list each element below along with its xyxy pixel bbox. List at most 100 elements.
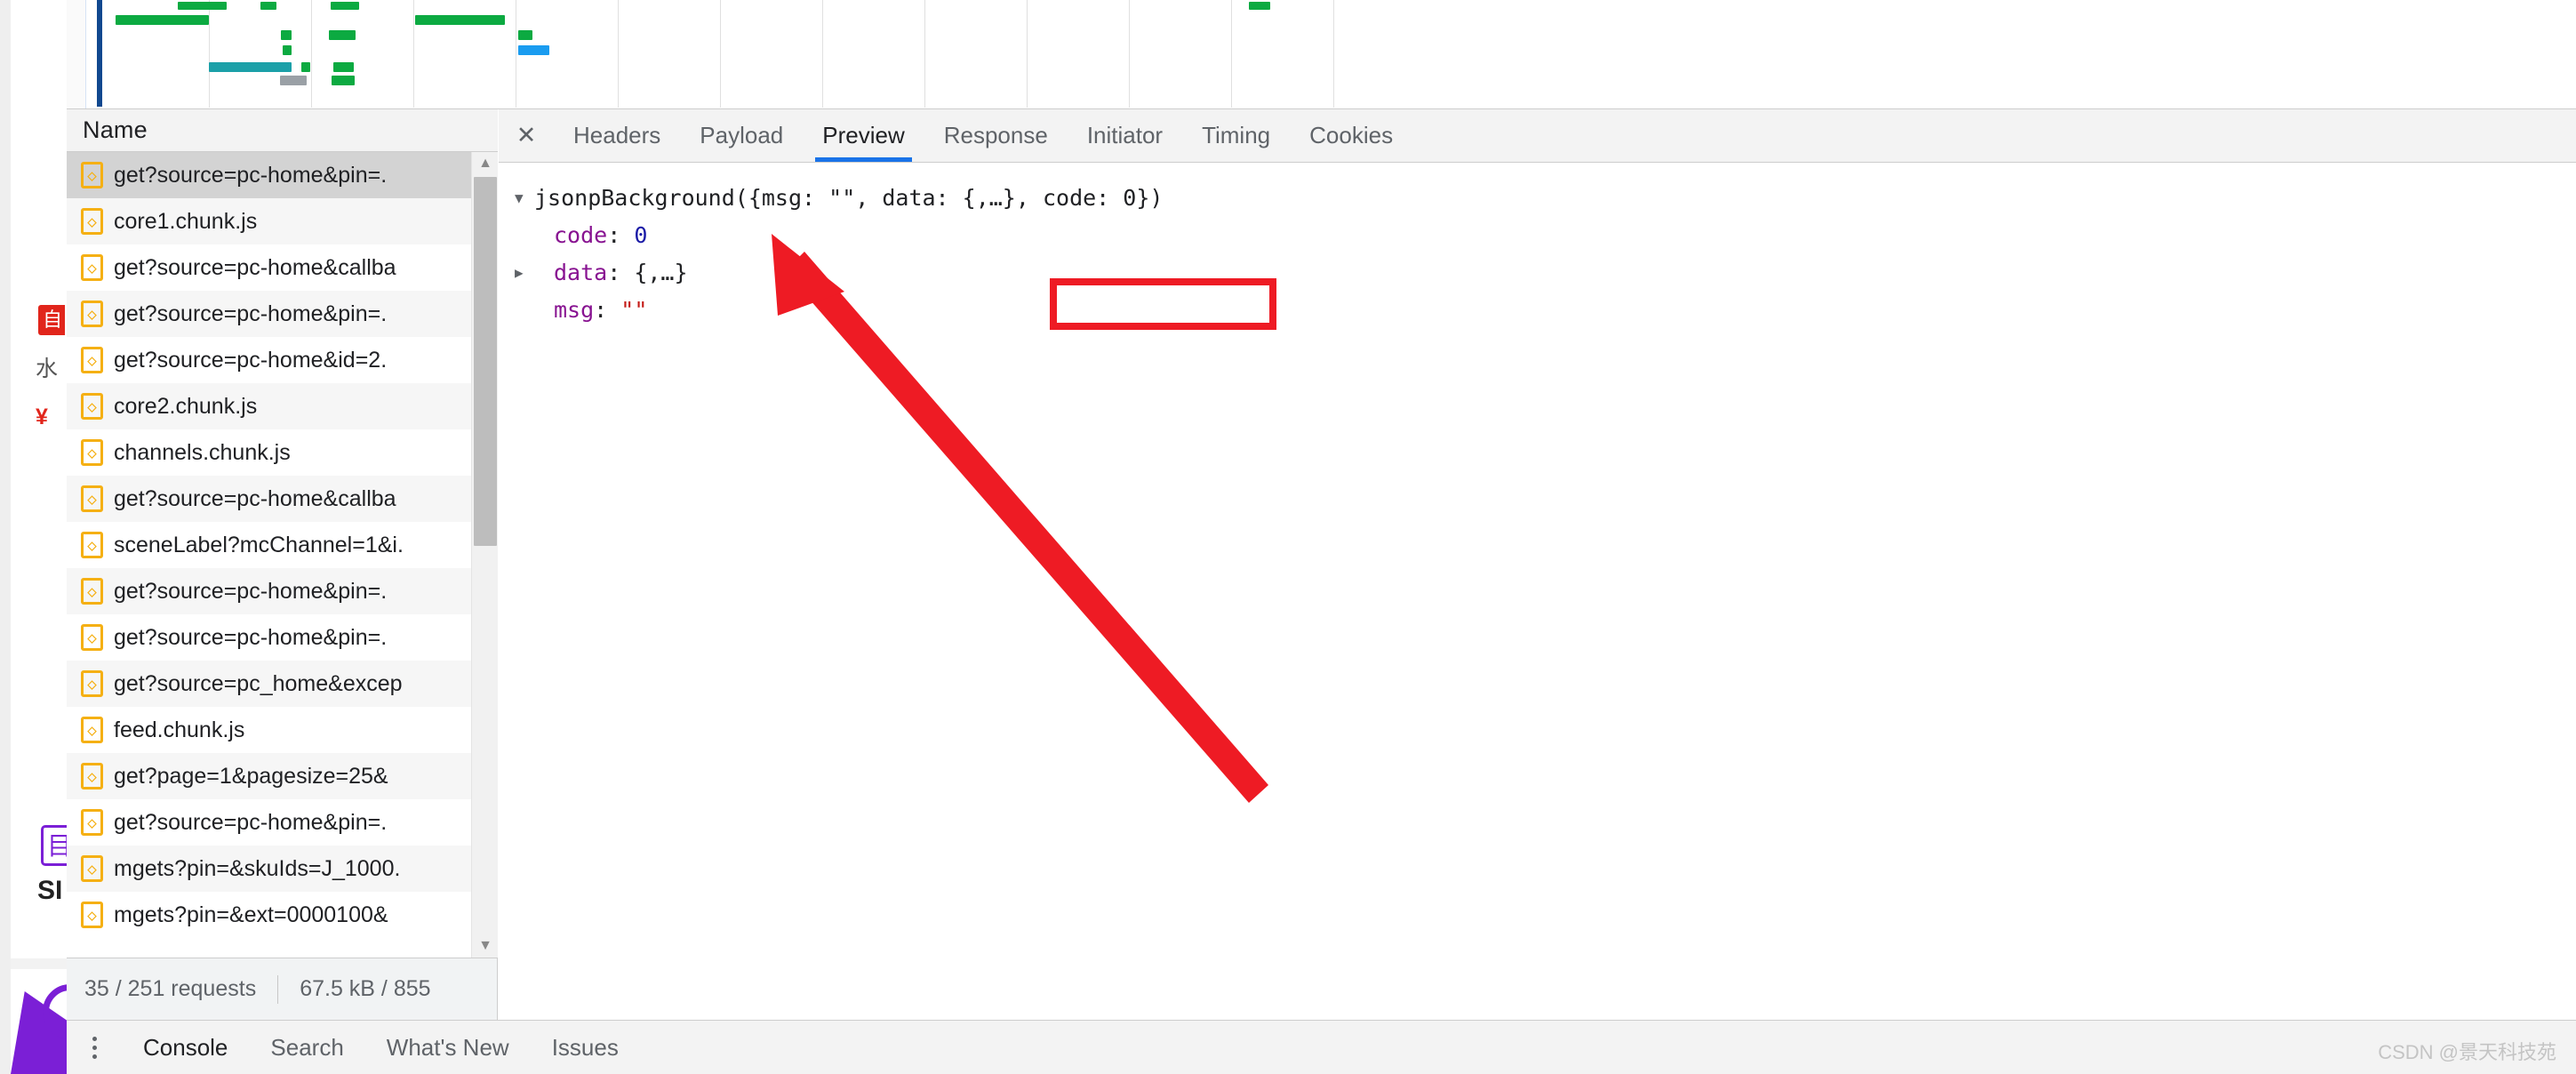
- request-detail-tabbar[interactable]: ✕ Headers Payload Preview Response Initiator…: [499, 109, 2576, 163]
- json-value: 0: [634, 222, 648, 248]
- json-value: "": [620, 297, 648, 323]
- requests-count-text: 35 / 251 requests: [84, 976, 257, 1001]
- json-separator: :: [607, 260, 635, 285]
- kebab-dot: [92, 1036, 97, 1041]
- csdn-watermark: CSDN @景天科技苑: [2378, 1041, 2556, 1063]
- background-page-gutter: [0, 0, 11, 1074]
- requests-list-header[interactable]: Name: [67, 109, 498, 152]
- overview-gridline: [618, 0, 619, 108]
- overview-gridline: [924, 0, 925, 108]
- request-row[interactable]: ◇ get?source=pc-home&callba: [67, 476, 498, 522]
- background-product-text: 水: [36, 357, 59, 378]
- jsonp-callback-name: jsonpBackground: [534, 185, 735, 211]
- request-row[interactable]: ◇ channels.chunk.js: [67, 429, 498, 476]
- overview-request-bar: [518, 30, 532, 40]
- drawer-tabs: Console Search What's New Issues: [122, 1021, 640, 1074]
- code-file-icon: ◇: [81, 208, 103, 235]
- background-red-badge: 自: [38, 305, 65, 335]
- request-row-name: get?source=pc-home&id=2.: [114, 347, 388, 373]
- json-separator: :: [594, 297, 621, 323]
- request-row[interactable]: ◇ get?source=pc_home&excep: [67, 661, 498, 707]
- requests-list[interactable]: ◇ get?source=pc-home&pin=. ◇ core1.chunk.js…: [67, 152, 498, 958]
- request-row-name: get?source=pc-home&pin=.: [114, 162, 388, 188]
- tab-cookies[interactable]: Cookies: [1290, 109, 1412, 162]
- json-entries-container: code: 0 ▶ data: {,…} msg: "": [515, 217, 2576, 329]
- drawer-tab-issues[interactable]: Issues: [531, 1021, 640, 1074]
- json-root-summary: ({msg: "", data: {,…}, code: 0}): [734, 185, 1164, 211]
- tab-response[interactable]: Response: [924, 109, 1068, 162]
- code-file-icon: ◇: [81, 670, 103, 697]
- json-property-row[interactable]: code: 0: [515, 217, 2576, 254]
- scroll-up-arrow-icon[interactable]: ▲: [472, 152, 499, 175]
- request-row[interactable]: ◇ get?source=pc-home&pin=.: [67, 568, 498, 614]
- scroll-down-arrow-icon[interactable]: ▼: [472, 934, 499, 958]
- tab-headers[interactable]: Headers: [554, 109, 680, 162]
- request-row[interactable]: ◇ core2.chunk.js: [67, 383, 498, 429]
- request-row-name: feed.chunk.js: [114, 717, 245, 742]
- code-file-icon: ◇: [81, 763, 103, 789]
- drawer-tab-console[interactable]: Console: [122, 1021, 249, 1074]
- code-file-icon: ◇: [81, 162, 103, 188]
- request-row[interactable]: ◇ mgets?pin=&skuIds=J_1000.: [67, 846, 498, 892]
- drawer-tab-search[interactable]: Search: [249, 1021, 364, 1074]
- request-row[interactable]: ◇ get?source=pc-home&pin=.: [67, 152, 498, 198]
- request-row-name: get?source=pc_home&excep: [114, 670, 403, 696]
- request-row[interactable]: ◇ core1.chunk.js: [67, 198, 498, 244]
- request-row[interactable]: ◇ get?page=1&pagesize=25&: [67, 753, 498, 799]
- close-icon[interactable]: ✕: [499, 109, 554, 162]
- code-file-icon: ◇: [81, 301, 103, 327]
- overview-gridline: [413, 0, 414, 108]
- expand-toggle-icon[interactable]: ▶: [515, 254, 534, 292]
- overview-gridline: [311, 0, 312, 108]
- overview-request-bar: [178, 2, 227, 10]
- json-property-row[interactable]: msg: "": [515, 292, 2576, 329]
- json-key: msg: [554, 297, 595, 323]
- code-file-icon: ◇: [81, 439, 103, 466]
- json-separator: :: [607, 222, 635, 248]
- request-row[interactable]: ◇ get?source=pc-home&pin=.: [67, 614, 498, 661]
- request-row[interactable]: ◇ get?source=pc-home&callba: [67, 244, 498, 291]
- tab-preview[interactable]: Preview: [803, 109, 924, 162]
- tab-timing[interactable]: Timing: [1182, 109, 1290, 162]
- overview-request-bar: [1249, 2, 1270, 10]
- request-row[interactable]: ◇ get?source=pc-home&pin=.: [67, 291, 498, 337]
- drawer-tabbar[interactable]: Console Search What's New Issues: [67, 1020, 2576, 1074]
- request-row[interactable]: ◇ get?source=pc-home&id=2.: [67, 337, 498, 383]
- overview-time-marker: [97, 0, 102, 107]
- code-file-icon: ◇: [81, 393, 103, 420]
- request-row-name: get?source=pc-home&pin=.: [114, 301, 388, 326]
- json-root-line[interactable]: ▼ jsonpBackground ({msg: "", data: {,…}, c…: [515, 180, 2576, 217]
- request-row[interactable]: ◇ sceneLabel?mcChannel=1&i.: [67, 522, 498, 568]
- code-file-icon: ◇: [81, 532, 103, 558]
- drawer-tab-what-s-new[interactable]: What's New: [365, 1021, 531, 1074]
- background-sl-text: SI: [37, 876, 63, 905]
- request-row[interactable]: ◇ feed.chunk.js: [67, 707, 498, 753]
- overview-request-bar: [281, 30, 292, 40]
- overview-request-bar: [116, 15, 209, 25]
- request-row-name: get?source=pc-home&callba: [114, 254, 396, 280]
- overview-request-bar: [280, 76, 307, 85]
- request-row-name: get?source=pc-home&pin=.: [114, 578, 388, 604]
- preview-json-viewer[interactable]: ▼ jsonpBackground ({msg: "", data: {,…}, c…: [499, 164, 2576, 1020]
- request-row-name: core1.chunk.js: [114, 208, 258, 234]
- network-overview-timeline[interactable]: [67, 0, 2576, 109]
- request-row[interactable]: ◇ get?source=pc-home&pin=.: [67, 799, 498, 846]
- request-row-name: channels.chunk.js: [114, 439, 291, 465]
- expand-toggle-icon[interactable]: ▼: [515, 180, 534, 217]
- json-property-row[interactable]: ▶ data: {,…}: [515, 254, 2576, 292]
- overview-gridline: [1027, 0, 1028, 108]
- overview-request-bar: [333, 62, 354, 72]
- tab-payload[interactable]: Payload: [680, 109, 803, 162]
- kebab-dot: [92, 1045, 97, 1050]
- tab-initiator[interactable]: Initiator: [1068, 109, 1182, 162]
- request-row-name: mgets?pin=&skuIds=J_1000.: [114, 855, 401, 881]
- kebab-menu-icon[interactable]: [67, 1036, 122, 1059]
- requests-list-scrollbar[interactable]: ▲ ▼: [471, 152, 498, 958]
- request-row[interactable]: ◇ mgets?pin=&ext=0000100&: [67, 892, 498, 938]
- screenshot-root: 自 水 ¥ 目 SI Name ◇ get?source=pc-home&pin=…: [0, 0, 2576, 1074]
- request-row-name: get?source=pc-home&pin=.: [114, 624, 388, 650]
- code-file-icon: ◇: [81, 485, 103, 512]
- scrollbar-thumb[interactable]: [474, 177, 497, 546]
- background-price-text: ¥: [36, 405, 48, 429]
- overview-gridline: [1129, 0, 1130, 108]
